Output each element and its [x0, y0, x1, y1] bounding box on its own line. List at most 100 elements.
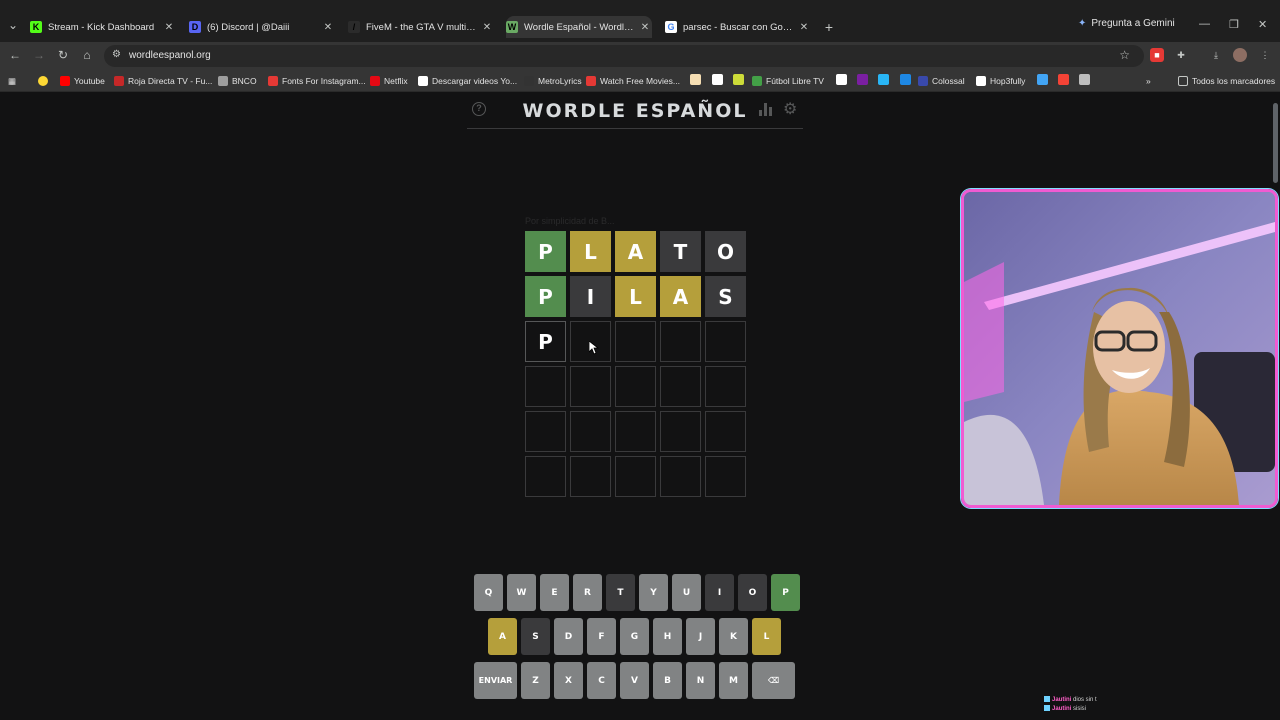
close-tab-icon[interactable]: ✕ [162, 22, 176, 33]
stats-icon[interactable] [759, 103, 773, 116]
bookmark-favicon-icon [976, 76, 986, 86]
close-tab-icon[interactable]: ✕ [321, 22, 335, 33]
back-icon[interactable]: ← [7, 47, 23, 63]
key-t[interactable]: T [606, 574, 635, 611]
bookmark-item[interactable]: Colossal [918, 74, 965, 88]
key-v[interactable]: V [620, 662, 649, 699]
key-q[interactable]: Q [474, 574, 503, 611]
browser-tab[interactable]: Gparsec - Buscar con Google ✕ [665, 16, 811, 38]
browser-tab[interactable]: / FiveM - the GTA V multiplayer m✕ [348, 16, 494, 38]
key-u[interactable]: U [672, 574, 701, 611]
settings-gear-icon[interactable]: ⚙ [783, 99, 797, 119]
browser-tab[interactable]: K Stream - Kick Dashboard ✕ [30, 16, 176, 38]
close-window-icon[interactable]: ✕ [1258, 18, 1267, 31]
bookmark-icon[interactable] [857, 74, 868, 85]
key-enviar[interactable]: ENVIAR [474, 662, 517, 699]
chat-badge-icon [1044, 696, 1050, 703]
bookmark-label: MetroLyrics [538, 76, 582, 86]
bookmark-icon[interactable] [836, 74, 847, 85]
tab-search-button[interactable]: ⌄ [4, 16, 22, 34]
download-icon[interactable]: ⤓ [1209, 48, 1223, 62]
bookmark-icon[interactable] [712, 74, 723, 85]
backspace-icon[interactable]: ⌫ [752, 662, 795, 699]
bookmark-item[interactable]: BNCO [218, 74, 257, 88]
key-c[interactable]: C [587, 662, 616, 699]
key-g[interactable]: G [620, 618, 649, 655]
bookmark-item[interactable]: Descargar videos Yo... [418, 74, 517, 88]
gemini-button[interactable]: ✦ Pregunta a Gemini [1078, 18, 1175, 29]
board-tile: P [525, 276, 566, 317]
tab-favicon-icon: W [506, 21, 518, 33]
bookmark-item[interactable]: Hop3fully [976, 74, 1025, 88]
bookmark-icon[interactable] [733, 74, 744, 85]
bookmark-icon[interactable] [1037, 74, 1048, 85]
forward-icon[interactable]: → [31, 47, 47, 63]
bookmark-item[interactable]: Fútbol Libre TV [752, 74, 824, 88]
bookmark-icon[interactable] [900, 74, 911, 85]
bookmark-icon[interactable] [878, 74, 889, 85]
home-icon[interactable]: ⌂ [79, 47, 95, 63]
bookmark-star-icon[interactable]: ☆ [1119, 48, 1130, 62]
key-w[interactable]: W [507, 574, 536, 611]
key-h[interactable]: H [653, 618, 682, 655]
tab-favicon-icon: G [665, 21, 677, 33]
board-tile: I [570, 276, 611, 317]
apps-icon[interactable]: ▦ [8, 74, 16, 88]
restore-icon[interactable]: ❐ [1229, 18, 1239, 31]
bookmark-icon[interactable] [690, 74, 701, 85]
new-tab-button[interactable]: + [820, 18, 838, 36]
board-tile [615, 321, 656, 362]
bookmark-label: Netflix [384, 76, 408, 86]
bookmark-item[interactable]: MetroLyrics [524, 74, 582, 88]
extensions-puzzle-icon[interactable]: ✚ [1174, 48, 1188, 62]
key-y[interactable]: Y [639, 574, 668, 611]
reload-icon[interactable]: ↻ [55, 47, 71, 63]
all-bookmarks-folder[interactable]: Todos los marcadores [1178, 74, 1275, 88]
browser-tab[interactable]: W Wordle Español - Wordle ilimita✕ [506, 16, 652, 38]
bookmark-item[interactable]: Netflix [370, 74, 408, 88]
scroll-thumb[interactable] [1273, 103, 1278, 183]
board-tile [525, 456, 566, 497]
extension-icon[interactable]: ■ [1150, 48, 1164, 62]
key-a[interactable]: A [488, 618, 517, 655]
bookmark-item[interactable]: Fonts For Instagram... [268, 74, 366, 88]
key-o[interactable]: O [738, 574, 767, 611]
key-n[interactable]: N [686, 662, 715, 699]
site-info-icon[interactable]: ⚙ [112, 49, 121, 60]
bookmark-icon[interactable] [1058, 74, 1069, 85]
key-d[interactable]: D [554, 618, 583, 655]
address-bar[interactable]: ⚙ wordleespanol.org ☆ [104, 45, 1144, 67]
key-p[interactable]: P [771, 574, 800, 611]
key-s[interactable]: S [521, 618, 550, 655]
board-tile: L [570, 231, 611, 272]
close-tab-icon[interactable]: ✕ [638, 22, 652, 33]
bookmark-icon[interactable] [1079, 74, 1090, 85]
board-tile [615, 366, 656, 407]
close-tab-icon[interactable]: ✕ [480, 22, 494, 33]
menu-icon[interactable]: ⋮ [1258, 48, 1272, 62]
browser-tab[interactable]: D (6) Discord | @Daiii ✕ [189, 16, 335, 38]
board-tile: A [615, 231, 656, 272]
emoji-bookmark-icon[interactable] [38, 74, 52, 88]
key-e[interactable]: E [540, 574, 569, 611]
key-m[interactable]: M [719, 662, 748, 699]
key-k[interactable]: K [719, 618, 748, 655]
bookmark-item[interactable]: Roja Directa TV - Fu... [114, 74, 212, 88]
more-bookmarks-icon[interactable]: » [1146, 74, 1151, 88]
key-z[interactable]: Z [521, 662, 550, 699]
url-text: wordleespanol.org [129, 50, 211, 61]
key-f[interactable]: F [587, 618, 616, 655]
bookmark-item[interactable]: Watch Free Movies... [586, 74, 680, 88]
profile-avatar[interactable] [1233, 48, 1247, 62]
key-j[interactable]: J [686, 618, 715, 655]
key-i[interactable]: I [705, 574, 734, 611]
key-l[interactable]: L [752, 618, 781, 655]
key-b[interactable]: B [653, 662, 682, 699]
bookmark-label: BNCO [232, 76, 257, 86]
key-x[interactable]: X [554, 662, 583, 699]
bookmark-item[interactable]: Youtube [60, 74, 105, 88]
key-r[interactable]: R [573, 574, 602, 611]
bookmark-label: Fonts For Instagram... [282, 76, 366, 86]
minimize-icon[interactable]: — [1199, 18, 1210, 30]
close-tab-icon[interactable]: ✕ [797, 22, 811, 33]
